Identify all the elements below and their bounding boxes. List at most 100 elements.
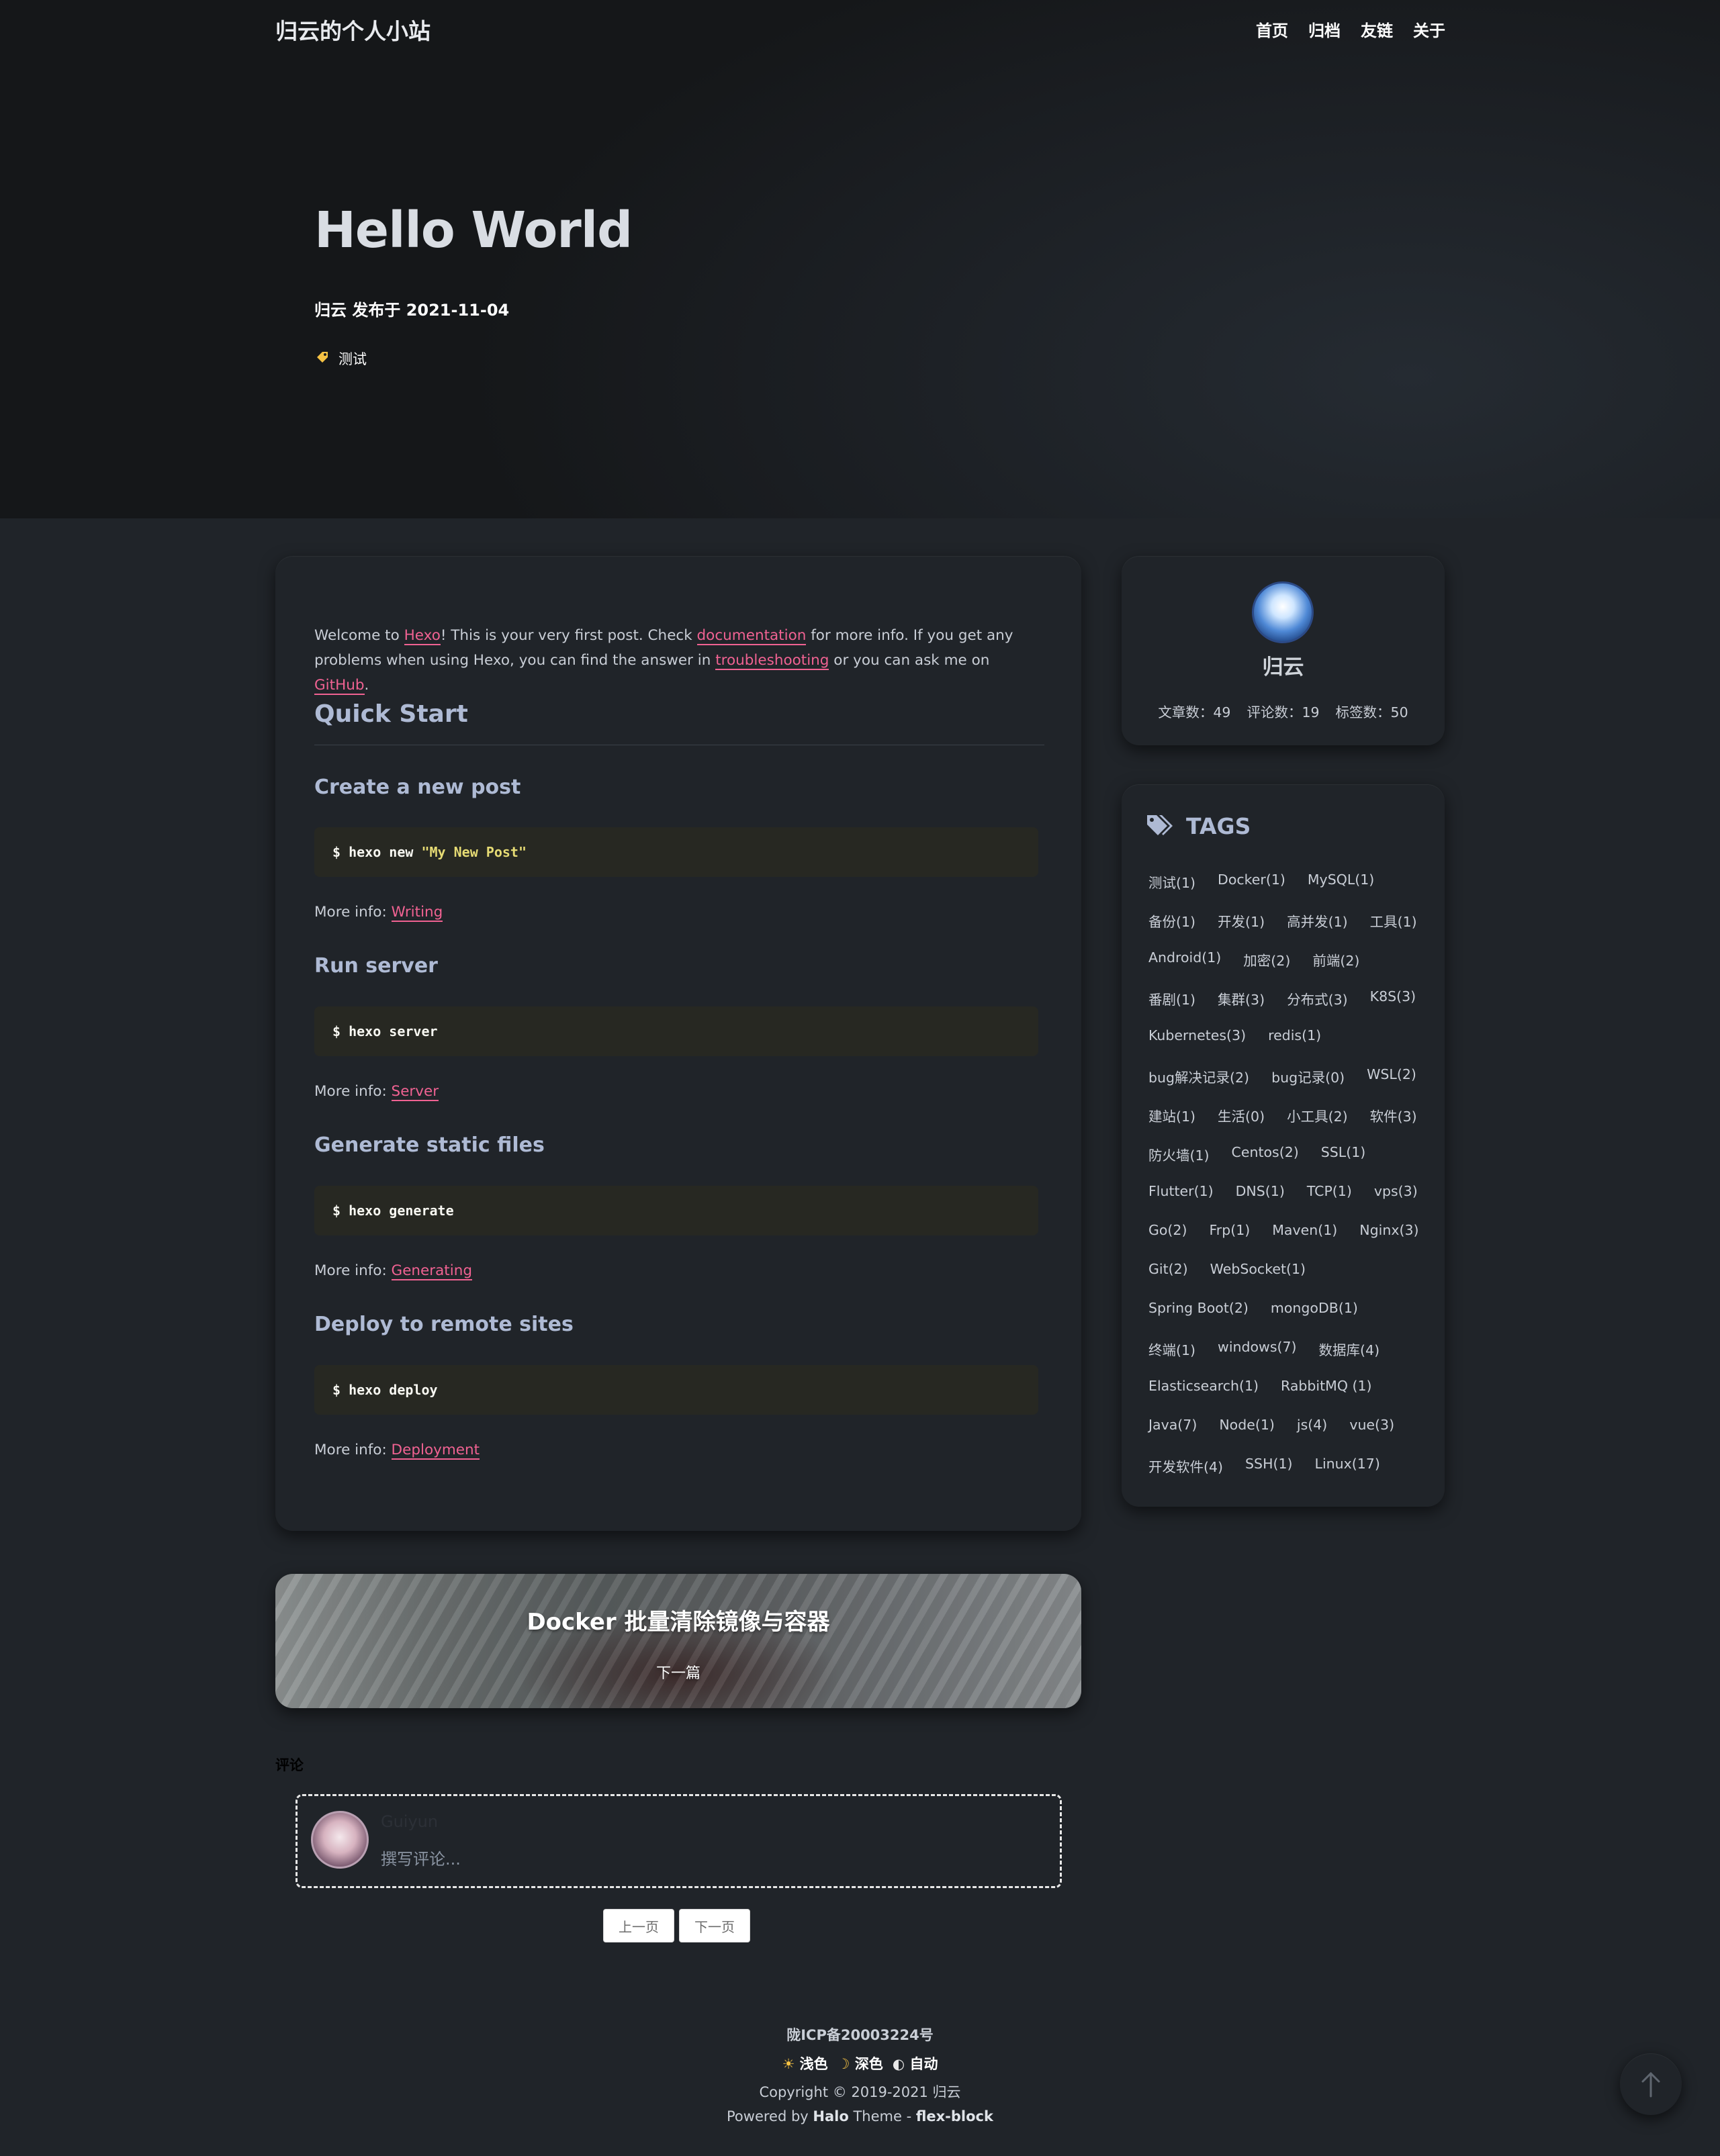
post-meta: 归云 发布于 2021-11-04 <box>314 301 510 320</box>
more-info-prefix: More info: <box>314 1083 392 1100</box>
nav-home[interactable]: 首页 <box>1256 17 1288 41</box>
tag-link[interactable]: 小工具(2) <box>1287 1105 1348 1125</box>
generating-link[interactable]: Generating <box>391 1262 472 1280</box>
next-post-title[interactable]: Docker 批量清除镜像与容器 <box>275 1603 1081 1636</box>
tag-link[interactable]: SSL(1) <box>1321 1144 1366 1164</box>
code-command: $ hexo generate <box>332 1203 454 1219</box>
back-to-top-button[interactable] <box>1620 2053 1682 2115</box>
author-name: 归云 <box>1262 655 1304 679</box>
theme-dark-label: 深色 <box>854 2056 883 2072</box>
tag-link[interactable]: Java(7) <box>1148 1417 1197 1433</box>
moon-icon: ☽ <box>837 2056 850 2072</box>
tag-link[interactable]: SSH(1) <box>1245 1456 1292 1476</box>
tag-link[interactable]: TCP(1) <box>1307 1183 1352 1199</box>
code-block: $ hexo generate <box>314 1186 1038 1235</box>
tag-link[interactable]: RabbitMQ (1) <box>1281 1378 1372 1394</box>
post-tag[interactable]: 测试 <box>316 348 367 369</box>
tag-link[interactable]: mongoDB(1) <box>1271 1300 1358 1316</box>
theme-light-option[interactable]: ☀ 浅色 <box>782 2053 828 2073</box>
tag-link[interactable]: MySQL(1) <box>1308 872 1374 892</box>
tag-link[interactable]: 软件(3) <box>1370 1105 1417 1125</box>
commenter-name[interactable]: Guiyun <box>381 1812 438 1831</box>
tag-link[interactable]: Linux(17) <box>1315 1456 1380 1476</box>
post-title: Hello World <box>314 201 633 259</box>
tag-link[interactable]: 终端(1) <box>1148 1339 1195 1359</box>
nav-about[interactable]: 关于 <box>1413 17 1445 41</box>
tag-link[interactable]: 加密(2) <box>1243 949 1290 970</box>
quick-start-heading: Quick Start <box>314 700 468 728</box>
tag-link[interactable]: 高并发(1) <box>1287 910 1348 931</box>
tag-link[interactable]: WSL(2) <box>1367 1066 1416 1086</box>
tag-link[interactable]: Node(1) <box>1219 1417 1275 1433</box>
writing-link[interactable]: Writing <box>391 904 443 922</box>
comment-box[interactable]: Guiyun <box>296 1794 1062 1888</box>
tag-link[interactable]: 开发软件(4) <box>1148 1456 1223 1476</box>
tag-link[interactable]: 防火墙(1) <box>1148 1144 1210 1164</box>
tag-row: Go(2) Frp(1) Maven(1) Nginx(3) <box>1148 1222 1441 1238</box>
code-command: $ hexo new <box>332 844 422 860</box>
tag-link[interactable]: 分布式(3) <box>1287 988 1348 1009</box>
tag-link[interactable]: 工具(1) <box>1370 910 1417 931</box>
tag-row: 番剧(1) 集群(3) 分布式(3) K8S(3) <box>1148 988 1438 1009</box>
tag-link[interactable]: 生活(0) <box>1218 1105 1265 1125</box>
tag-link[interactable]: DNS(1) <box>1236 1183 1285 1199</box>
tag-link[interactable]: Centos(2) <box>1232 1144 1299 1164</box>
theme-link[interactable]: flex-block <box>916 2108 993 2124</box>
tag-link[interactable]: Android(1) <box>1148 949 1221 970</box>
site-title[interactable]: 归云的个人小站 <box>275 13 431 46</box>
tag-link[interactable]: 备份(1) <box>1148 910 1195 931</box>
nav-links[interactable]: 友链 <box>1361 17 1393 41</box>
documentation-link[interactable]: documentation <box>696 627 807 645</box>
tag-row: Git(2) WebSocket(1) <box>1148 1261 1328 1277</box>
tag-link[interactable]: Frp(1) <box>1209 1222 1250 1238</box>
github-link[interactable]: GitHub <box>314 677 365 695</box>
theme-auto-option[interactable]: ◐ 自动 <box>893 2053 938 2073</box>
post-tag-label[interactable]: 测试 <box>338 348 367 369</box>
tag-link[interactable]: 数据库(4) <box>1319 1339 1380 1359</box>
tag-link[interactable]: 开发(1) <box>1218 910 1265 931</box>
nav-archive[interactable]: 归档 <box>1308 17 1341 41</box>
tag-link[interactable]: Nginx(3) <box>1359 1222 1418 1238</box>
server-link[interactable]: Server <box>391 1083 439 1101</box>
tag-link[interactable]: bug记录(0) <box>1271 1066 1345 1086</box>
hexo-link[interactable]: Hexo <box>404 627 441 645</box>
prev-page-button[interactable]: 上一页 <box>603 1909 674 1942</box>
comment-input[interactable] <box>381 1846 1039 1873</box>
tag-row: 建站(1) 生活(0) 小工具(2) 软件(3) <box>1148 1105 1439 1125</box>
avatar[interactable] <box>1252 581 1314 643</box>
tag-link[interactable]: redis(1) <box>1268 1027 1321 1043</box>
tag-link[interactable]: 番剧(1) <box>1148 988 1195 1009</box>
tag-link[interactable]: Kubernetes(3) <box>1148 1027 1246 1043</box>
tag-link[interactable]: Docker(1) <box>1218 872 1285 892</box>
tag-link[interactable]: Maven(1) <box>1272 1222 1337 1238</box>
more-info-prefix: More info: <box>314 1262 392 1279</box>
tag-row: 备份(1) 开发(1) 高并发(1) 工具(1) <box>1148 910 1439 931</box>
tag-link[interactable]: Flutter(1) <box>1148 1183 1214 1199</box>
tag-link[interactable]: vue(3) <box>1349 1417 1394 1433</box>
code-command: $ hexo server <box>332 1023 438 1039</box>
tag-link[interactable]: Git(2) <box>1148 1261 1188 1277</box>
tag-link[interactable]: Elasticsearch(1) <box>1148 1378 1259 1394</box>
tag-link[interactable]: windows(7) <box>1218 1339 1297 1359</box>
theme-light-label: 浅色 <box>799 2056 828 2072</box>
tag-row: 开发软件(4) SSH(1) Linux(17) <box>1148 1456 1402 1476</box>
tag-link[interactable]: bug解决记录(2) <box>1148 1066 1249 1086</box>
tag-link[interactable]: Spring Boot(2) <box>1148 1300 1249 1316</box>
tag-link[interactable]: 前端(2) <box>1312 949 1359 970</box>
tag-link[interactable]: 集群(3) <box>1218 988 1265 1009</box>
article-intro: Welcome to Hexo! This is your very first… <box>314 623 1046 698</box>
tag-link[interactable]: js(4) <box>1297 1417 1327 1433</box>
tag-link[interactable]: K8S(3) <box>1370 988 1416 1009</box>
tag-link[interactable]: 测试(1) <box>1148 872 1195 892</box>
tag-link[interactable]: WebSocket(1) <box>1210 1261 1306 1277</box>
troubleshooting-link[interactable]: troubleshooting <box>715 652 829 670</box>
tag-link[interactable]: vps(3) <box>1374 1183 1418 1199</box>
next-page-button[interactable]: 下一页 <box>679 1909 750 1942</box>
icp-link[interactable]: 陇ICP备20003224号 <box>0 2024 1720 2045</box>
next-post-banner[interactable]: Docker 批量清除镜像与容器 下一篇 <box>275 1574 1081 1708</box>
tag-link[interactable]: Go(2) <box>1148 1222 1187 1238</box>
theme-dark-option[interactable]: ☽ 深色 <box>838 2053 883 2073</box>
deployment-link[interactable]: Deployment <box>391 1442 480 1460</box>
tag-link[interactable]: 建站(1) <box>1148 1105 1195 1125</box>
halo-link[interactable]: Halo <box>813 2108 848 2124</box>
